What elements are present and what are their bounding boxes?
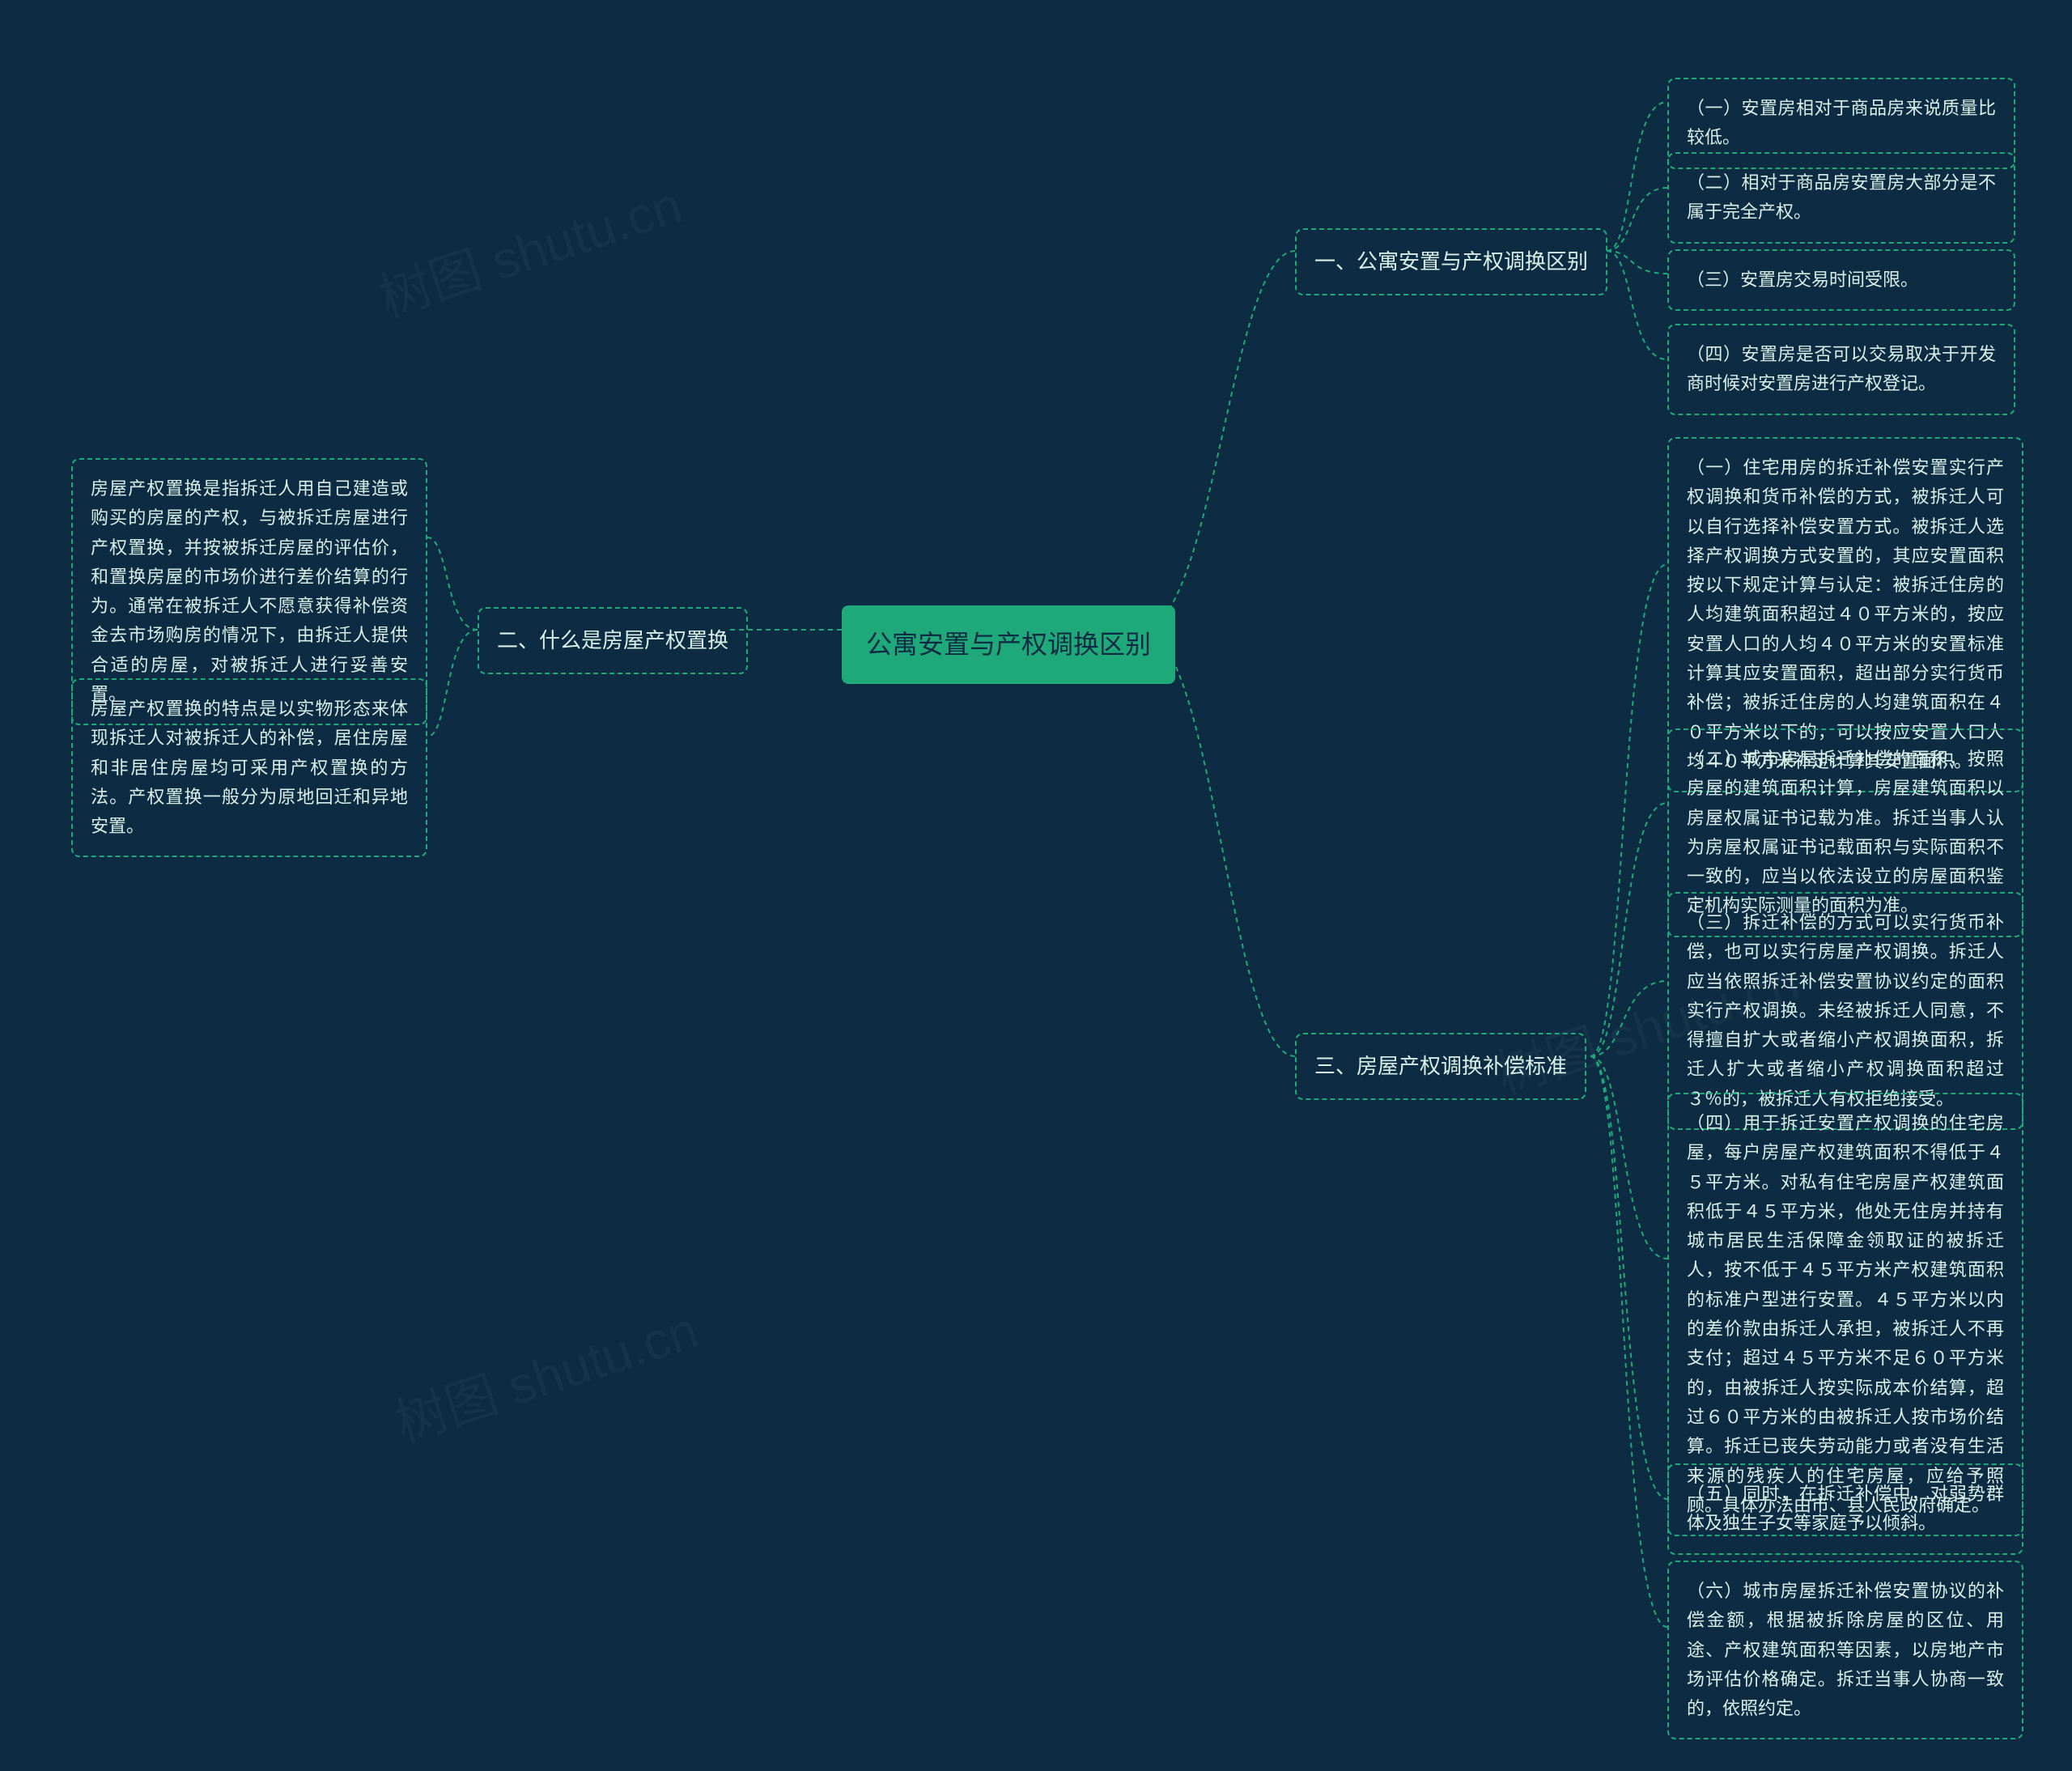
branch-3-leaf-6[interactable]: （六）城市房屋拆迁补偿安置协议的补偿金额，根据被拆除房屋的区位、用途、产权建筑面… <box>1667 1561 2023 1739</box>
branch-1-leaf-4[interactable]: （四）安置房是否可以交易取决于开发商时候对安置房进行产权登记。 <box>1667 324 2015 415</box>
branch-1[interactable]: 一、公寓安置与产权调换区别 <box>1295 228 1607 295</box>
branch-3[interactable]: 三、房屋产权调换补偿标准 <box>1295 1033 1586 1100</box>
watermark: 树图 shutu.cn <box>384 1289 706 1456</box>
watermark: 树图 shutu.cn <box>368 164 690 331</box>
branch-3-leaf-5[interactable]: （五）同时，在拆迁补偿中，对弱势群体及独生子女等家庭予以倾斜。 <box>1667 1463 2023 1555</box>
branch-2[interactable]: 二、什么是房屋产权置换 <box>478 607 748 674</box>
branch-1-leaf-2[interactable]: （二）相对于商品房安置房大部分是不属于完全产权。 <box>1667 152 2015 244</box>
branch-2-leaf-2[interactable]: 房屋产权置换的特点是以实物形态来体现拆迁人对被拆迁人的补偿，居住房屋和非居住房屋… <box>71 678 427 857</box>
branch-1-leaf-3[interactable]: （三）安置房交易时间受限。 <box>1667 249 2015 311</box>
mindmap-canvas: 树图 shutu.cn 树图 shutu.cn 树图 shutu.cn 公寓安置… <box>0 0 2072 1771</box>
center-node[interactable]: 公寓安置与产权调换区别 <box>842 605 1175 684</box>
